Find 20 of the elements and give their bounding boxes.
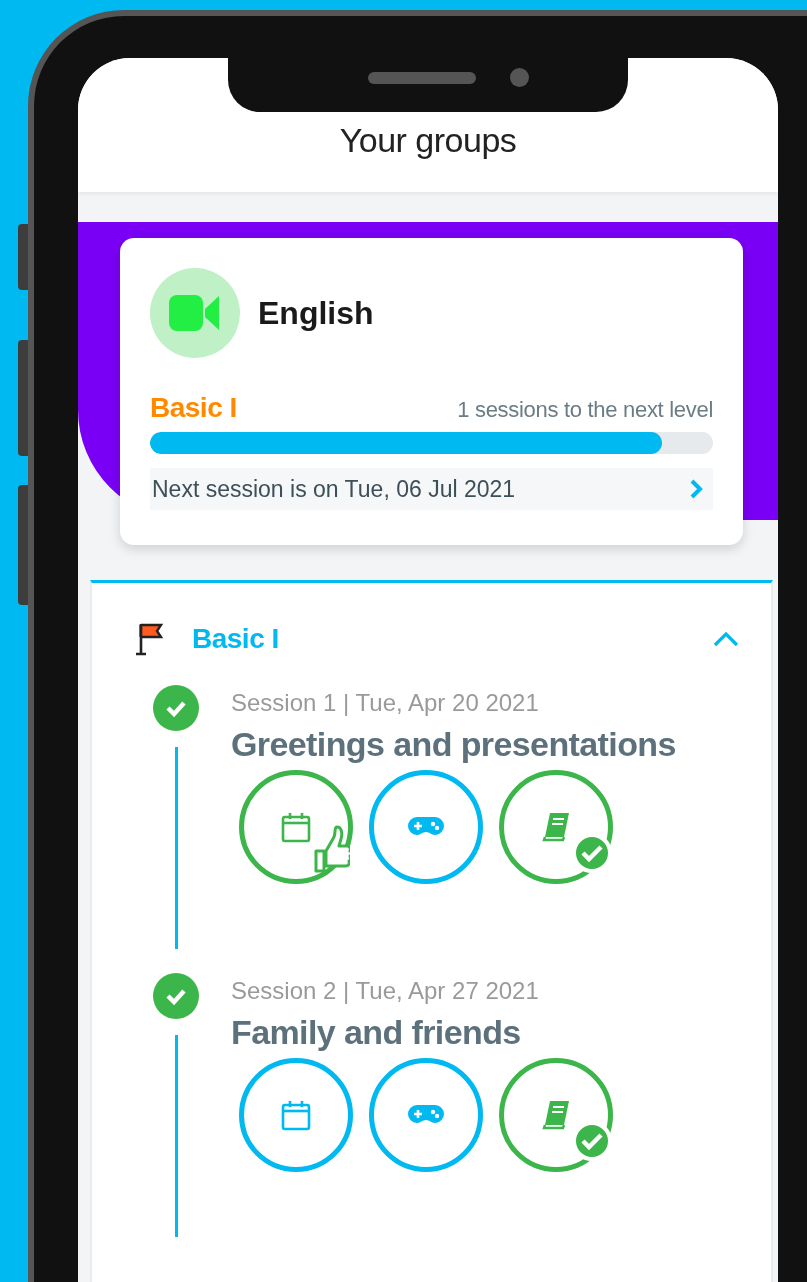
- book-icon: [541, 811, 571, 843]
- next-session-link[interactable]: Next session is on Tue, 06 Jul 2021: [150, 468, 713, 510]
- group-name: English: [258, 294, 374, 332]
- chevron-up-icon: [713, 631, 739, 647]
- calendar-icon: [281, 811, 311, 843]
- level-title: Basic I: [192, 623, 280, 655]
- gamepad-icon: [408, 816, 444, 838]
- gamepad-icon: [408, 1104, 444, 1126]
- sessions-remaining: 1 sessions to the next level: [457, 397, 713, 423]
- level-name: Basic I: [150, 392, 237, 424]
- check-icon: [165, 987, 187, 1005]
- session-title: Greetings and presentations: [231, 725, 676, 764]
- check-icon: [165, 699, 187, 717]
- book-icon: [541, 1099, 571, 1131]
- session-date: Session 2 | Tue, Apr 27 2021: [231, 977, 540, 1005]
- session-date: Session 1 | Tue, Apr 20 2021: [231, 689, 540, 717]
- calendar-icon: [281, 1099, 311, 1131]
- session-title: Family and friends: [231, 1013, 522, 1052]
- chevron-right-icon: [689, 478, 703, 500]
- screen-title: Your groups: [339, 121, 517, 160]
